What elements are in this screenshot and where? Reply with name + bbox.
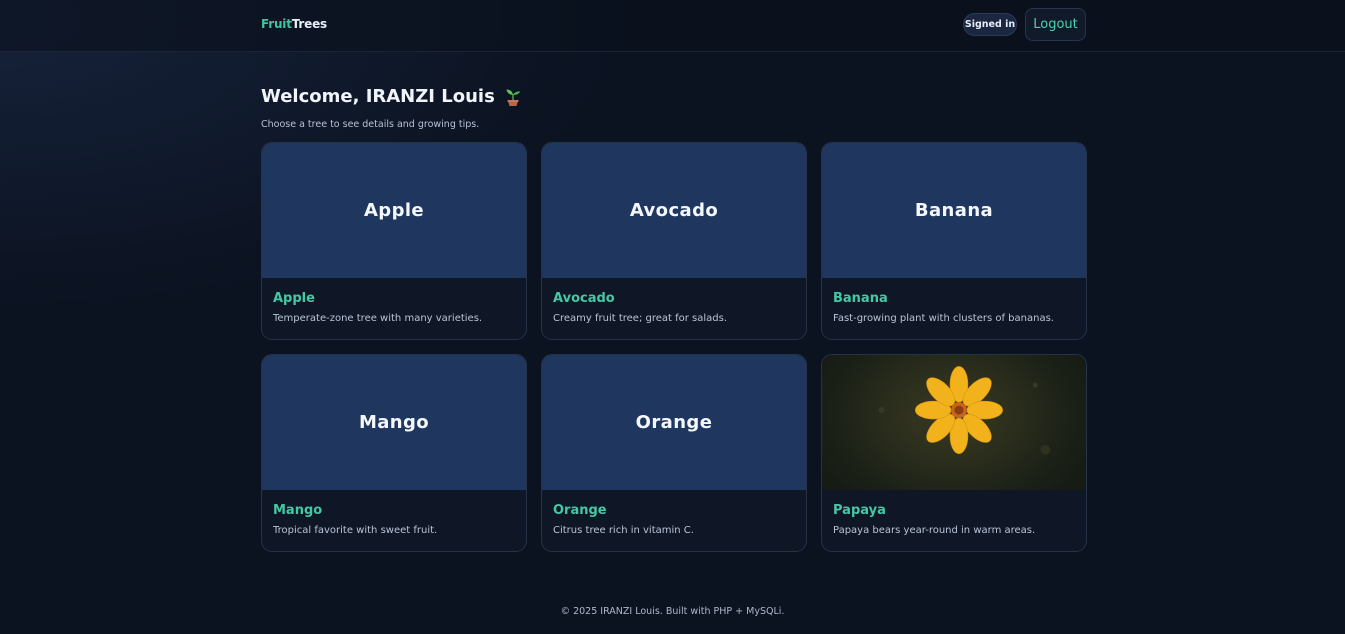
tree-card-orange[interactable]: Orange Orange Citrus tree rich in vitami… xyxy=(541,354,807,552)
card-description: Creamy fruit tree; great for salads. xyxy=(553,313,728,324)
card-description: Temperate-zone tree with many varieties. xyxy=(273,313,483,324)
seedling-icon xyxy=(506,89,520,106)
card-title: Apple xyxy=(273,291,315,306)
tree-card-avocado[interactable]: Avocado Avocado Creamy fruit tree; great… xyxy=(541,142,807,340)
welcome-text: Welcome, IRANZI Louis xyxy=(261,86,495,107)
brand-logo[interactable]: FruitTrees xyxy=(261,17,327,31)
logout-button[interactable]: Logout xyxy=(1025,8,1086,41)
tree-card-apple[interactable]: Apple Apple Temperate-zone tree with man… xyxy=(261,142,527,340)
yellow-flower-photo xyxy=(878,366,1051,455)
brand-part-fruit: Fruit xyxy=(261,17,292,31)
card-title: Banana xyxy=(833,291,888,306)
page-title: Welcome, IRANZI Louis xyxy=(261,86,523,107)
card-thumbnail: Apple xyxy=(262,143,526,278)
card-description: Fast-growing plant with clusters of bana… xyxy=(833,313,1054,324)
signed-in-badge: Signed in xyxy=(963,13,1017,36)
page-subtitle: Choose a tree to see details and growing… xyxy=(261,119,480,130)
card-description: Tropical favorite with sweet fruit. xyxy=(273,525,438,536)
card-description: Citrus tree rich in vitamin C. xyxy=(553,525,694,536)
card-thumbnail: Mango xyxy=(262,355,526,490)
card-thumbnail: Banana xyxy=(822,143,1086,278)
top-navbar: FruitTrees Signed in Logout xyxy=(0,0,1345,52)
card-title: Papaya xyxy=(833,503,886,518)
card-title: Avocado xyxy=(553,291,615,306)
card-title: Mango xyxy=(273,503,323,518)
brand-part-trees: Trees xyxy=(291,17,327,31)
page-footer: © 2025 IRANZI Louis. Built with PHP + My… xyxy=(560,606,785,617)
card-thumbnail: Orange xyxy=(542,355,806,490)
card-thumbnail: Avocado xyxy=(542,143,806,278)
tree-card-mango[interactable]: Mango Mango Tropical favorite with sweet… xyxy=(261,354,527,552)
tree-card-grid: Apple Apple Temperate-zone tree with man… xyxy=(261,142,1087,552)
tree-card-banana[interactable]: Banana Banana Fast-growing plant with cl… xyxy=(821,142,1087,340)
card-description: Papaya bears year-round in warm areas. xyxy=(833,525,1036,536)
card-photo xyxy=(822,355,1086,490)
tree-card-papaya[interactable]: Papaya Papaya bears year-round in warm a… xyxy=(821,354,1087,552)
card-title: Orange xyxy=(553,503,607,518)
